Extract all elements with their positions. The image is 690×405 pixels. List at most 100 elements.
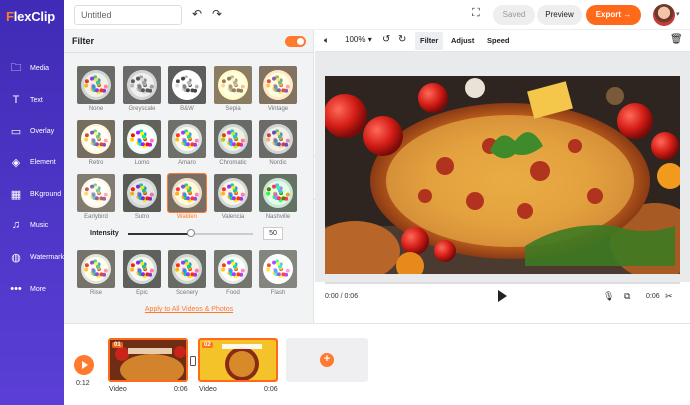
music-icon: ♫ bbox=[11, 219, 21, 231]
saved-button[interactable]: Saved bbox=[493, 5, 535, 25]
sidebar-item-overlay[interactable]: ▭ Overlay bbox=[0, 116, 64, 146]
sidebar-item-label: Text bbox=[30, 96, 43, 104]
zoom-value: 100% bbox=[345, 35, 366, 44]
video-preview[interactable] bbox=[325, 76, 680, 274]
filter-thumb-amaro[interactable] bbox=[168, 120, 206, 158]
filter-label: Epic bbox=[136, 290, 148, 296]
filter-thumb-scenery[interactable] bbox=[168, 250, 206, 288]
clip-label: Video bbox=[199, 386, 217, 393]
tab-speed[interactable]: Speed bbox=[482, 32, 515, 50]
sidebar-item-text[interactable]: T Text bbox=[0, 85, 64, 115]
filter-thumb-earlybird[interactable] bbox=[77, 174, 115, 212]
transition-handle[interactable] bbox=[190, 356, 196, 366]
filter-label: Sutro bbox=[134, 214, 150, 220]
apply-all-link[interactable]: Apply to All Videos & Photos bbox=[64, 306, 314, 313]
chevron-down-icon[interactable]: ▾ bbox=[676, 10, 680, 18]
folder-icon: 🗀 bbox=[10, 61, 22, 74]
filter-thumb-none[interactable] bbox=[77, 66, 115, 104]
filter-label: Nashville bbox=[265, 214, 291, 220]
flexclip-logo[interactable]: FlexClip bbox=[6, 9, 55, 24]
sidebar-item-label: Music bbox=[30, 221, 49, 229]
filter-label: Walden bbox=[176, 214, 198, 220]
scissors-icon[interactable]: ✂ bbox=[665, 291, 673, 302]
timeline: 0:12 01 Video 0:06 02 Video 0:06 + bbox=[64, 323, 690, 405]
filter-thumb-epic[interactable] bbox=[123, 250, 161, 288]
filter-thumb-greyscale[interactable] bbox=[123, 66, 161, 104]
overlay-icon: ▭ bbox=[10, 125, 22, 138]
sidebar-item-more[interactable]: ••• More bbox=[0, 274, 64, 304]
tab-adjust[interactable]: Adjust bbox=[446, 32, 479, 50]
filter-thumb-b-w[interactable] bbox=[168, 66, 206, 104]
filter-label: Scenery bbox=[175, 290, 198, 296]
split-icon[interactable]: ⧉ bbox=[624, 291, 630, 302]
export-button[interactable]: Export → bbox=[586, 5, 641, 25]
undo-icon[interactable]: ↶ bbox=[192, 7, 202, 21]
sidebar-item-media[interactable]: 🗀 Media bbox=[0, 53, 64, 83]
filter-thumb-nordic[interactable] bbox=[259, 120, 297, 158]
fullscreen-icon[interactable]: ⛶ bbox=[472, 7, 480, 20]
sidebar-item-label: Overlay bbox=[30, 127, 55, 135]
sidebar-item-bkground[interactable]: ▦ BKground bbox=[0, 179, 64, 209]
redo-icon[interactable]: ↷ bbox=[212, 7, 222, 21]
preview-button[interactable]: Preview bbox=[537, 5, 582, 25]
plus-icon[interactable]: + bbox=[320, 353, 334, 367]
filter-label: Sepia bbox=[225, 106, 241, 112]
filter-label: None bbox=[88, 106, 104, 112]
project-title-input[interactable]: Untitled bbox=[74, 5, 182, 25]
filter-label: B&W bbox=[180, 106, 194, 112]
sidebar-item-music[interactable]: ♫ Music bbox=[0, 210, 64, 240]
filter-label: Flash bbox=[270, 290, 286, 296]
sidebar-item-label: Element bbox=[30, 158, 56, 166]
preview-toolbar: 🔈︎ 100% ▾ ↺ ↻ Filter Adjust Speed 🗑︎ bbox=[315, 30, 690, 52]
clip-number: 02 bbox=[202, 342, 213, 348]
tab-filter[interactable]: Filter bbox=[415, 32, 444, 50]
slider-handle[interactable] bbox=[186, 229, 195, 237]
filter-thumb-walden[interactable] bbox=[167, 173, 207, 213]
clip-duration: 0:06 bbox=[174, 386, 188, 393]
microphone-icon[interactable]: 🎙︎ bbox=[603, 291, 614, 302]
sidebar-item-watermark[interactable]: ◍ Watermark bbox=[0, 242, 64, 272]
filter-label: Greyscale bbox=[128, 106, 156, 112]
filter-thumb-sepia[interactable] bbox=[214, 66, 252, 104]
clip-duration: 0:06 bbox=[646, 293, 660, 300]
rotate-left-icon[interactable]: ↺ bbox=[382, 34, 390, 45]
filter-thumb-lomo[interactable] bbox=[123, 120, 161, 158]
filter-thumb-retro[interactable] bbox=[77, 120, 115, 158]
timeline-clip-2[interactable]: 02 bbox=[198, 338, 278, 382]
filter-thumb-sutro[interactable] bbox=[123, 174, 161, 212]
avatar[interactable] bbox=[653, 4, 675, 26]
filter-label: Earlybird bbox=[84, 214, 108, 220]
filter-thumb-rise[interactable] bbox=[77, 250, 115, 288]
filter-label: Food bbox=[226, 290, 240, 296]
filter-thumb-vintage[interactable] bbox=[259, 66, 297, 104]
watermark-icon: ◍ bbox=[11, 251, 21, 264]
filter-label: Retro bbox=[88, 160, 104, 166]
intensity-value-input[interactable]: 50 bbox=[263, 227, 283, 240]
add-clip-slot[interactable]: + bbox=[286, 338, 368, 382]
logo-mark: F bbox=[6, 9, 14, 24]
filter-thumb-chromatic[interactable] bbox=[214, 120, 252, 158]
timeline-play-icon[interactable] bbox=[74, 355, 94, 375]
filter-toggle[interactable] bbox=[285, 36, 306, 47]
sidebar-item-element[interactable]: ◈ Element bbox=[0, 147, 64, 177]
trash-icon[interactable]: 🗑︎ bbox=[670, 34, 683, 45]
clip-label: Video bbox=[109, 386, 127, 393]
zoom-select[interactable]: 100% ▾ bbox=[345, 35, 372, 44]
filter-thumb-valencia[interactable] bbox=[214, 174, 252, 212]
play-icon[interactable] bbox=[498, 290, 507, 302]
sidebar-item-label: More bbox=[30, 285, 46, 293]
timeline-clip-1[interactable]: 01 bbox=[108, 338, 188, 382]
progress-bar[interactable] bbox=[325, 282, 680, 284]
element-icon: ◈ bbox=[11, 156, 21, 169]
filter-label: Lomo bbox=[134, 160, 150, 166]
volume-icon[interactable]: 🔈︎ bbox=[324, 35, 329, 46]
filter-label: Amaro bbox=[178, 160, 196, 166]
sidebar-item-label: BKground bbox=[30, 190, 62, 198]
filter-thumb-food[interactable] bbox=[214, 250, 252, 288]
rotate-right-icon[interactable]: ↻ bbox=[398, 34, 406, 45]
filter-thumb-nashville[interactable] bbox=[259, 174, 297, 212]
more-icon: ••• bbox=[10, 283, 22, 295]
filter-label: Vintage bbox=[267, 106, 289, 112]
filter-thumb-flash[interactable] bbox=[259, 250, 297, 288]
slider-fill bbox=[128, 233, 191, 235]
